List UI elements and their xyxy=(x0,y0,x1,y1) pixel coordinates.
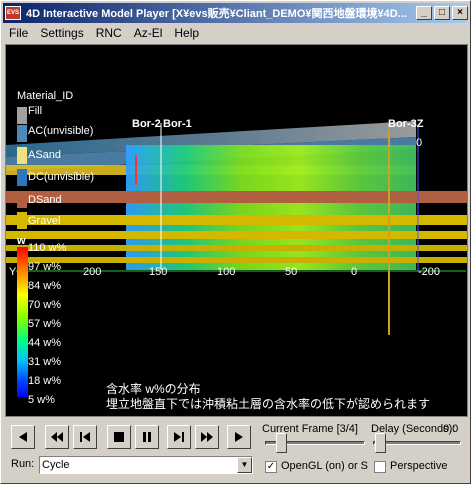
stop-icon xyxy=(114,432,124,442)
menu-rnc[interactable]: RNC xyxy=(90,26,128,40)
play-icon xyxy=(235,432,243,442)
perspective-label: Perspective xyxy=(390,460,448,472)
axis-tick-150: 150 xyxy=(149,266,168,278)
water-content-block xyxy=(126,145,416,270)
playback-controls: Current Frame [3/4] Delay (Seconds): 0.0… xyxy=(3,421,468,483)
perspective-checkbox[interactable] xyxy=(374,461,386,473)
material-label-dsand: DSand xyxy=(28,194,62,206)
material-swatch-gravel xyxy=(17,212,27,229)
borehole-label-bor3z: Bor-3Z xyxy=(388,118,424,130)
app-icon: EVS xyxy=(5,6,21,20)
colorbar-label-44: 44 w% xyxy=(28,337,62,349)
first-frame-button[interactable] xyxy=(73,425,97,449)
window-title: 4D Interactive Model Player [X¥evs販売¥Cli… xyxy=(26,8,407,20)
right-end-label: -200 xyxy=(418,266,441,278)
axis-y-label: Y xyxy=(9,266,17,278)
gravel-band-3 xyxy=(6,245,467,251)
colorbar-label-84: 84 w% xyxy=(28,280,62,292)
material-label-gravel: Gravel xyxy=(28,215,61,227)
geology-model xyxy=(6,121,467,335)
colorbar-title: w xyxy=(17,235,26,247)
minimize-button[interactable]: _ xyxy=(416,6,432,20)
opengl-label: OpenGL (on) or S xyxy=(281,460,369,472)
axis-tick-0: 0 xyxy=(351,266,358,278)
play-button[interactable] xyxy=(227,425,251,449)
caption-description: 埋立地盤直下では沖積粘土層の含水率の低下が認められます xyxy=(106,397,431,411)
material-label-fill: Fill xyxy=(28,105,43,117)
app-window: EVS 4D Interactive Model Player [X¥evs販売… xyxy=(0,0,471,484)
material-label-asand: ASand xyxy=(28,149,62,161)
material-label-dc: DC(unvisible) xyxy=(28,171,95,183)
run-label: Run: xyxy=(11,458,35,470)
delay-value: 0.0 xyxy=(443,423,459,435)
borehole-label-bor1: Bor-1 xyxy=(163,118,192,130)
maximize-button[interactable]: □ xyxy=(434,6,450,20)
opengl-checkbox[interactable]: ✓ xyxy=(265,461,277,473)
rewind-icon xyxy=(51,432,63,442)
axis-tick-200: 200 xyxy=(83,266,102,278)
material-swatch-dsand xyxy=(17,191,27,208)
colorbar-label-70: 70 w% xyxy=(28,299,62,311)
pause-icon xyxy=(143,432,151,442)
menu-file[interactable]: File xyxy=(3,26,34,40)
skip-start-icon xyxy=(80,432,90,442)
run-mode-select[interactable]: Cycle ▼ xyxy=(39,456,253,474)
dsand-band xyxy=(6,191,467,203)
close-button[interactable]: × xyxy=(452,6,468,20)
colorbar-label-31: 31 w% xyxy=(28,356,62,368)
gravel-band-4 xyxy=(6,257,467,263)
colorbar-label-5: 5 w% xyxy=(28,394,55,406)
colorbar-label-57: 57 w% xyxy=(28,318,62,330)
3d-viewport[interactable]: Material_ID Fill AC(unvisible) ASand DC(… xyxy=(5,44,468,417)
axis-tick-50: 50 xyxy=(285,266,298,278)
material-swatch-asand xyxy=(17,147,27,164)
colorbar-label-18: 18 w% xyxy=(28,375,62,387)
skip-end-icon xyxy=(174,432,184,442)
frame-slider-thumb[interactable] xyxy=(276,433,287,453)
delay-slider-thumb[interactable] xyxy=(375,433,386,453)
gravel-band-2 xyxy=(6,231,467,239)
borehole-label-bor2: Bor-2 xyxy=(132,118,161,130)
material-swatch-fill xyxy=(17,107,27,124)
chevron-down-icon[interactable]: ▼ xyxy=(237,457,252,473)
material-swatch-dc xyxy=(17,169,27,186)
right-tick-0: 0 xyxy=(416,137,423,149)
last-frame-button[interactable] xyxy=(167,425,191,449)
menu-settings[interactable]: Settings xyxy=(34,26,89,40)
colorbar xyxy=(17,247,28,397)
material-legend-title: Material_ID xyxy=(17,90,74,102)
triangle-left-icon xyxy=(19,432,27,442)
rewind-button[interactable] xyxy=(45,425,69,449)
delay-slider-track[interactable] xyxy=(373,441,461,445)
gravel-band-1 xyxy=(6,215,467,225)
pause-button[interactable] xyxy=(135,425,159,449)
stop-button[interactable] xyxy=(107,425,131,449)
colorbar-label-97: 97 w% xyxy=(28,261,62,273)
colorbar-label-110: 110 w% xyxy=(28,242,67,254)
step-back-button[interactable] xyxy=(11,425,35,449)
run-mode-value: Cycle xyxy=(42,459,70,471)
material-label-ac: AC(unvisible) xyxy=(28,125,94,137)
menu-bar: File Settings RNC Az-El Help xyxy=(3,24,468,42)
menu-az-el[interactable]: Az-El xyxy=(128,26,169,40)
fast-forward-icon xyxy=(201,432,213,442)
fast-forward-button[interactable] xyxy=(195,425,219,449)
material-swatch-ac xyxy=(17,125,27,142)
menu-help[interactable]: Help xyxy=(168,26,205,40)
title-bar[interactable]: EVS 4D Interactive Model Player [X¥evs販売… xyxy=(3,3,468,23)
axis-tick-100: 100 xyxy=(217,266,236,278)
